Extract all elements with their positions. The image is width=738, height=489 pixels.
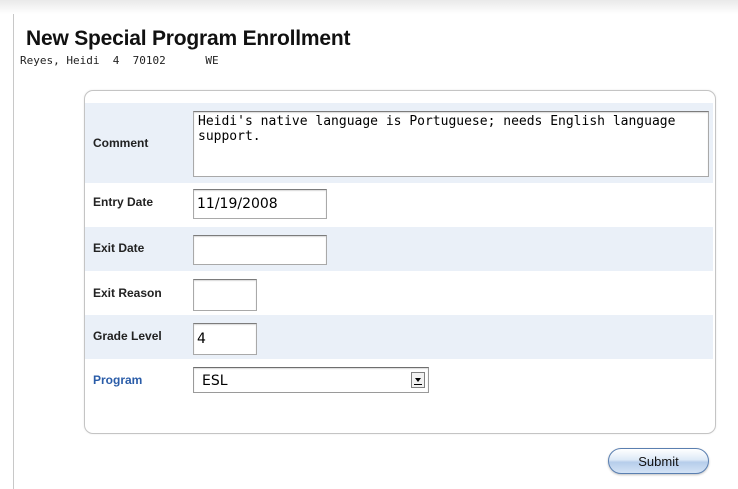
student-info: Reyes, Heidi 4 70102 WE	[20, 54, 219, 67]
comment-textarea[interactable]: Heidi's native language is Portuguese; n…	[193, 111, 709, 177]
page-title: New Special Program Enrollment	[26, 27, 351, 50]
entry-date-row: Entry Date	[85, 183, 713, 227]
entry-date-input[interactable]	[193, 189, 327, 219]
enrollment-form-panel: Comment Heidi's native language is Portu…	[84, 90, 716, 434]
grade-level-row: Grade Level	[85, 315, 713, 359]
dropdown-arrow-icon[interactable]	[411, 372, 425, 388]
exit-date-input[interactable]	[193, 235, 327, 265]
program-selected-value: ESL	[202, 373, 228, 389]
top-shadow	[0, 0, 738, 14]
comment-row: Comment Heidi's native language is Portu…	[85, 103, 713, 183]
exit-date-label: Exit Date	[93, 241, 145, 255]
program-row: Program ESL	[85, 359, 713, 407]
entry-date-label: Entry Date	[93, 195, 154, 209]
grade-level-label: Grade Level	[93, 329, 162, 343]
exit-reason-row: Exit Reason	[85, 271, 713, 315]
program-label-link[interactable]: Program	[93, 373, 142, 387]
program-select[interactable]: ESL	[193, 367, 429, 393]
enrollment-page: New Special Program Enrollment Reyes, He…	[0, 0, 738, 489]
comment-label: Comment	[93, 136, 149, 150]
submit-button[interactable]: Submit	[608, 448, 709, 474]
exit-reason-label: Exit Reason	[93, 286, 162, 300]
grade-level-input[interactable]	[193, 323, 257, 355]
page-left-border	[13, 14, 14, 489]
exit-reason-input[interactable]	[193, 279, 257, 311]
exit-date-row: Exit Date	[85, 227, 713, 271]
